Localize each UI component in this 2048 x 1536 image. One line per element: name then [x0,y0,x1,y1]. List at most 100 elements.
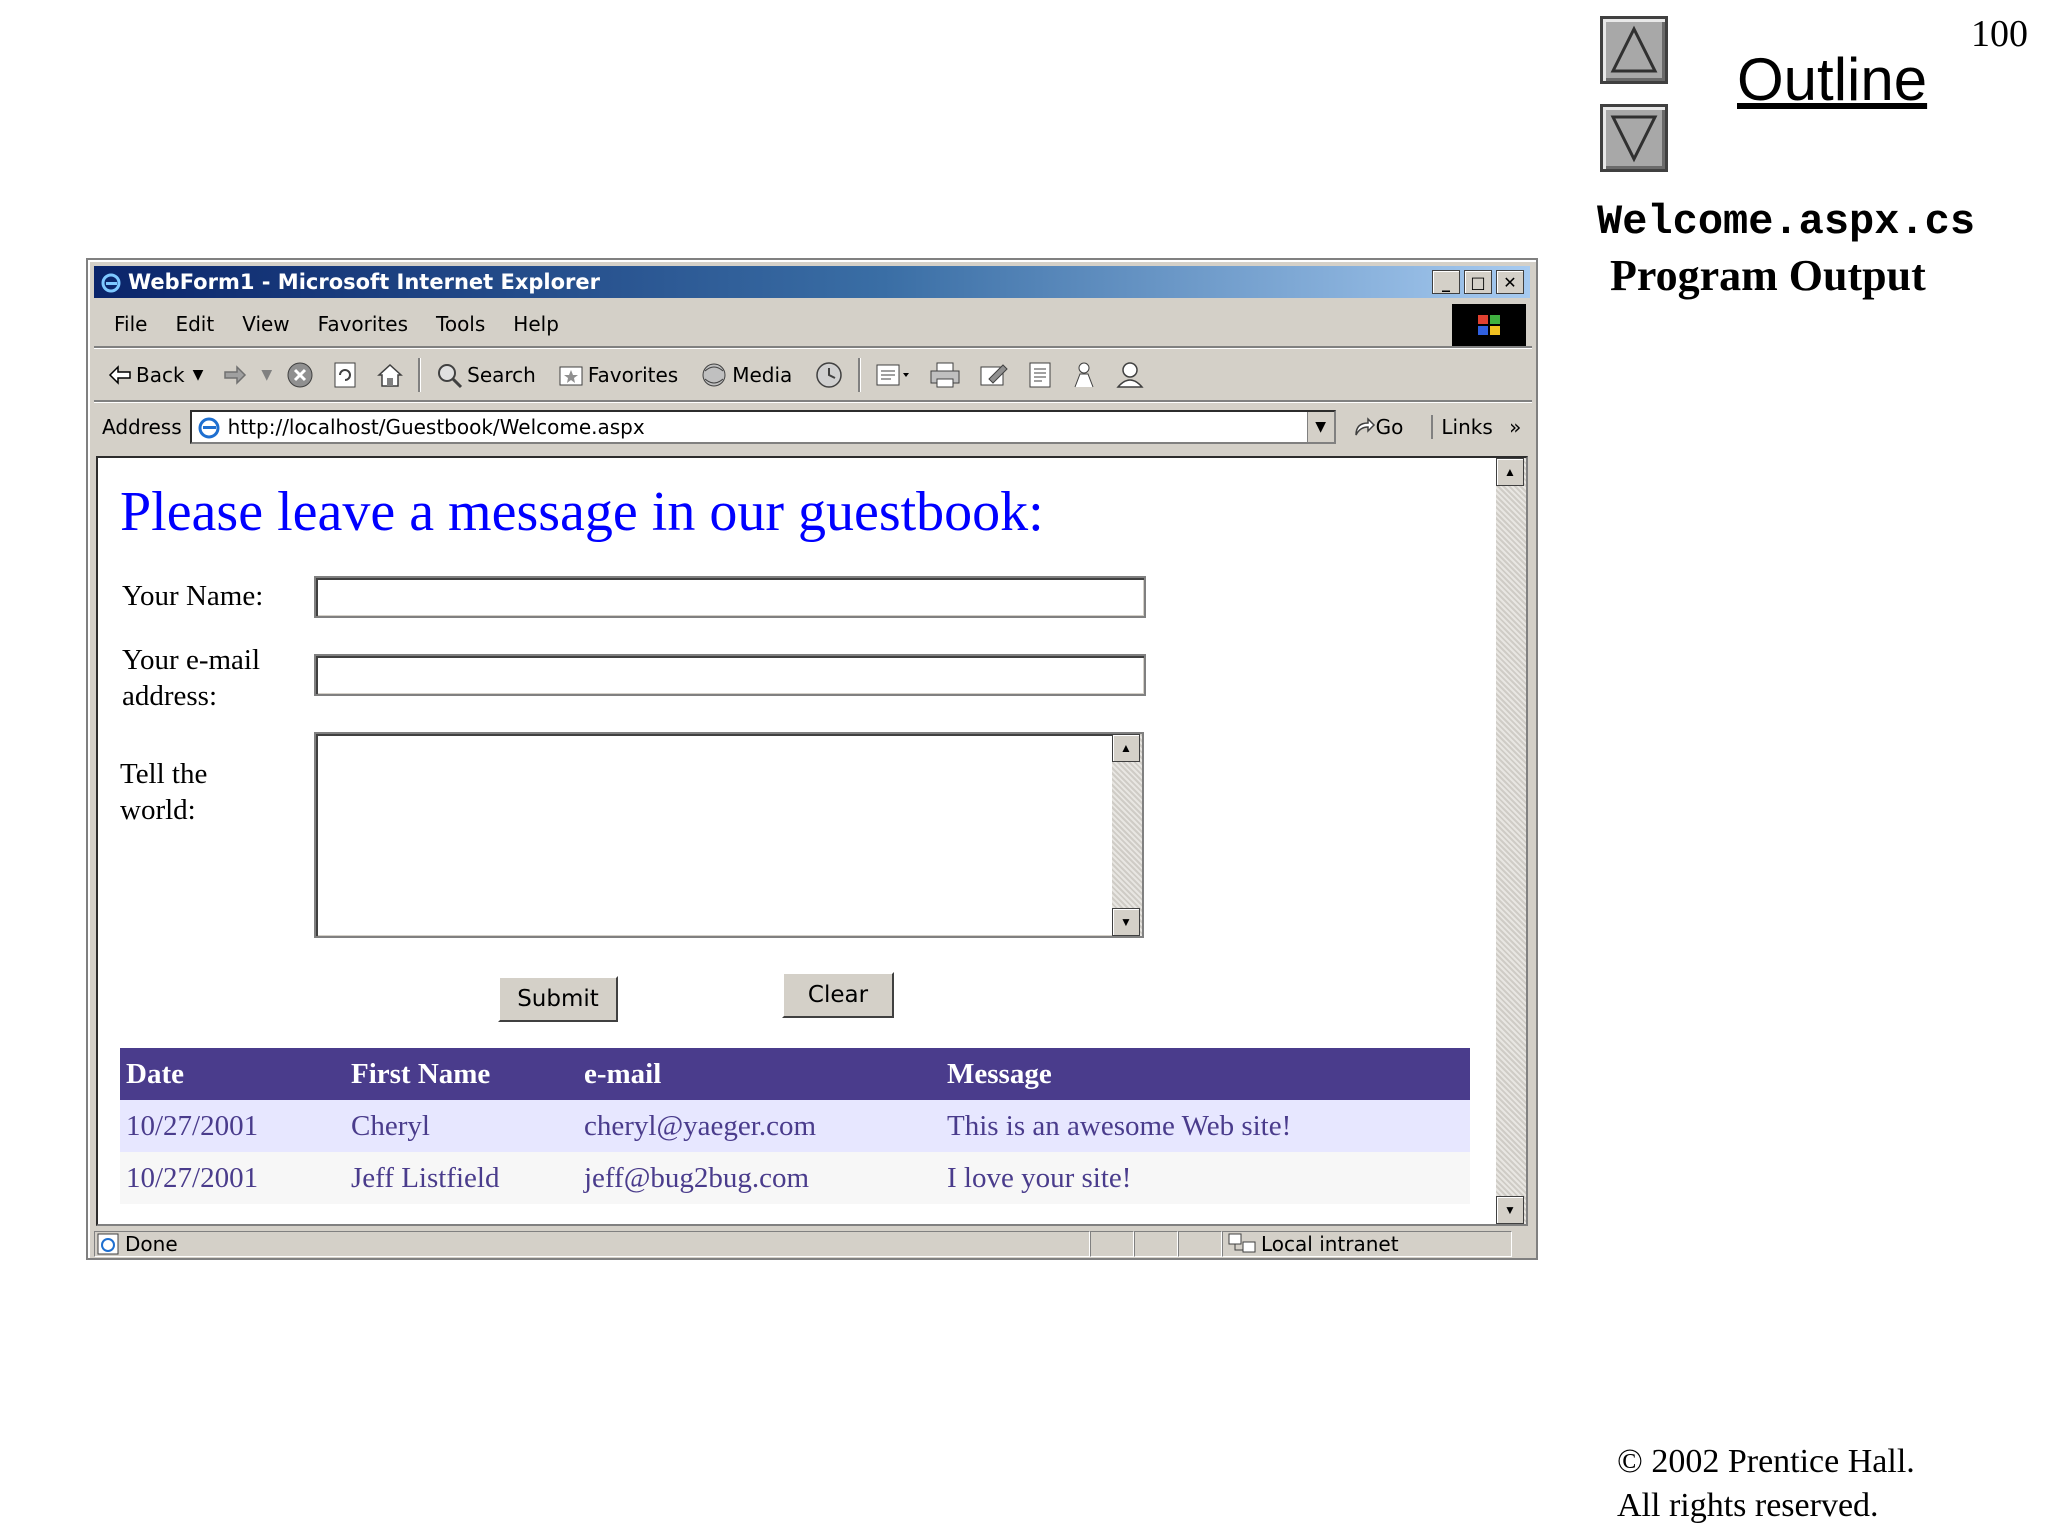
forward-button[interactable]: ▼ [223,365,272,385]
refresh-button[interactable] [332,361,362,389]
home-button[interactable] [376,361,408,389]
local-intranet-icon [1228,1233,1256,1253]
header-first-name: First Name [345,1048,578,1100]
forward-dropdown-icon[interactable]: ▼ [261,367,272,383]
copyright-line-1: © 2002 Prentice Hall. [1617,1443,1915,1480]
textarea-scroll-down-button[interactable]: ▼ [1112,908,1140,936]
clear-button[interactable]: Clear [782,972,894,1018]
stop-button[interactable] [286,361,318,389]
standard-toolbar: Back ▼ ▼ Search Favorites Media [94,352,1532,398]
zone-pane: Local intranet [1222,1231,1512,1257]
close-icon: ✕ [1503,272,1517,292]
email-label: Your e-mail address: [122,642,260,714]
maximize-icon: □ [1470,272,1486,292]
message-textarea[interactable]: ▲ ▼ [314,732,1144,938]
search-icon [438,364,463,389]
submit-button[interactable]: Submit [498,976,618,1022]
outline-down-button[interactable] [1600,104,1668,172]
toolbar-separator [418,358,422,392]
address-input[interactable]: http://localhost/Guestbook/Welcome.aspx … [189,410,1336,444]
outline-link[interactable]: Outline [1737,45,1927,114]
go-button[interactable]: Go [1352,415,1404,439]
program-output-label: Program Output [1610,251,1926,300]
minimize-button[interactable]: _ [1432,270,1460,294]
back-button[interactable]: Back ▼ [108,363,203,387]
home-icon [377,363,404,387]
window-titlebar[interactable]: WebForm1 - Microsoft Internet Explorer _… [94,266,1530,298]
cell-message: This is an awesome Web site! [941,1100,1470,1152]
status-pane [1134,1231,1178,1257]
triangle-up-icon [1610,25,1658,73]
discuss-button[interactable] [1027,361,1057,389]
search-button[interactable]: Search [435,361,536,389]
favorites-button[interactable]: Favorites [558,363,678,387]
slide-number: 100 [1971,13,2028,55]
user-button[interactable] [1115,361,1149,389]
textarea-scroll-up-button[interactable]: ▲ [1112,734,1140,762]
file-name-label: Welcome.aspx.cs [1597,198,1976,246]
close-button[interactable]: ✕ [1496,270,1524,294]
chevron-down-icon: ▼ [1315,419,1327,435]
ie-logo-icon [101,273,121,293]
media-icon [702,363,726,387]
mail-button[interactable] [875,361,915,389]
go-label: Go [1375,415,1404,439]
name-input[interactable] [314,576,1146,618]
textarea-scrollbar[interactable]: ▲ ▼ [1112,734,1142,936]
outline-up-button[interactable] [1600,16,1668,84]
cell-message: I love your site! [941,1152,1470,1204]
edit-icon [980,364,1008,386]
menu-help[interactable]: Help [513,312,559,336]
menu-edit[interactable]: Edit [175,312,214,336]
email-input[interactable] [314,654,1146,696]
cell-date: 10/27/2001 [120,1100,345,1152]
table-header-row: Date First Name e-mail Message [120,1048,1470,1100]
scroll-down-button[interactable]: ▼ [1496,1196,1524,1224]
toolbar-separator [858,358,862,392]
print-icon [930,362,960,388]
cell-email: jeff@bug2bug.com [578,1152,941,1204]
address-label: Address [102,415,182,439]
cell-date: 10/27/2001 [120,1152,345,1204]
user-icon [1116,362,1144,388]
edit-button[interactable] [979,361,1013,389]
message-label: Tell the world: [120,756,207,828]
windows-logo-throbber [1452,304,1526,346]
maximize-button[interactable]: □ [1464,270,1492,294]
messenger-button[interactable] [1071,361,1101,389]
scroll-down-icon: ▼ [1120,914,1132,929]
triangle-down-icon [1610,115,1658,163]
address-dropdown-button[interactable]: ▼ [1306,412,1334,442]
guestbook-table: Date First Name e-mail Message 10/27/200… [120,1048,1470,1204]
status-text-pane: Done [94,1231,1090,1257]
address-url: http://localhost/Guestbook/Welcome.aspx [227,415,645,439]
minimize-icon: _ [1442,272,1450,292]
windows-flag-icon [1478,315,1500,335]
menu-tools[interactable]: Tools [436,312,485,336]
media-label: Media [732,363,793,387]
browser-window: WebForm1 - Microsoft Internet Explorer _… [86,258,1538,1260]
history-button[interactable] [814,360,848,390]
page-heading: Please leave a message in our guestbook: [120,481,1044,543]
table-row: 10/27/2001 Jeff Listfield jeff@bug2bug.c… [120,1152,1470,1204]
cell-email: cheryl@yaeger.com [578,1100,941,1152]
window-title: WebForm1 - Microsoft Internet Explorer [128,270,600,294]
menu-file[interactable]: File [114,312,147,336]
menu-favorites[interactable]: Favorites [318,312,408,336]
stop-icon [287,362,313,388]
print-button[interactable] [929,361,965,389]
links-button[interactable]: Links » [1431,415,1521,439]
message-label-line-1: Tell the [120,758,208,790]
address-bar: Address http://localhost/Guestbook/Welco… [94,404,1532,450]
cell-first-name: Jeff Listfield [345,1152,578,1204]
copyright-line-2: All rights reserved. [1617,1487,1879,1524]
media-button[interactable]: Media [700,361,792,389]
back-dropdown-icon[interactable]: ▼ [193,367,204,383]
menu-view[interactable]: View [242,312,289,336]
status-pane [1090,1231,1134,1257]
copyright: © 2002 Prentice Hall. All rights reserve… [1617,1440,1915,1528]
page-scrollbar[interactable]: ▲ ▼ [1496,458,1526,1224]
scroll-up-button[interactable]: ▲ [1496,458,1524,486]
header-date: Date [120,1048,345,1100]
name-label: Your Name: [122,580,264,612]
